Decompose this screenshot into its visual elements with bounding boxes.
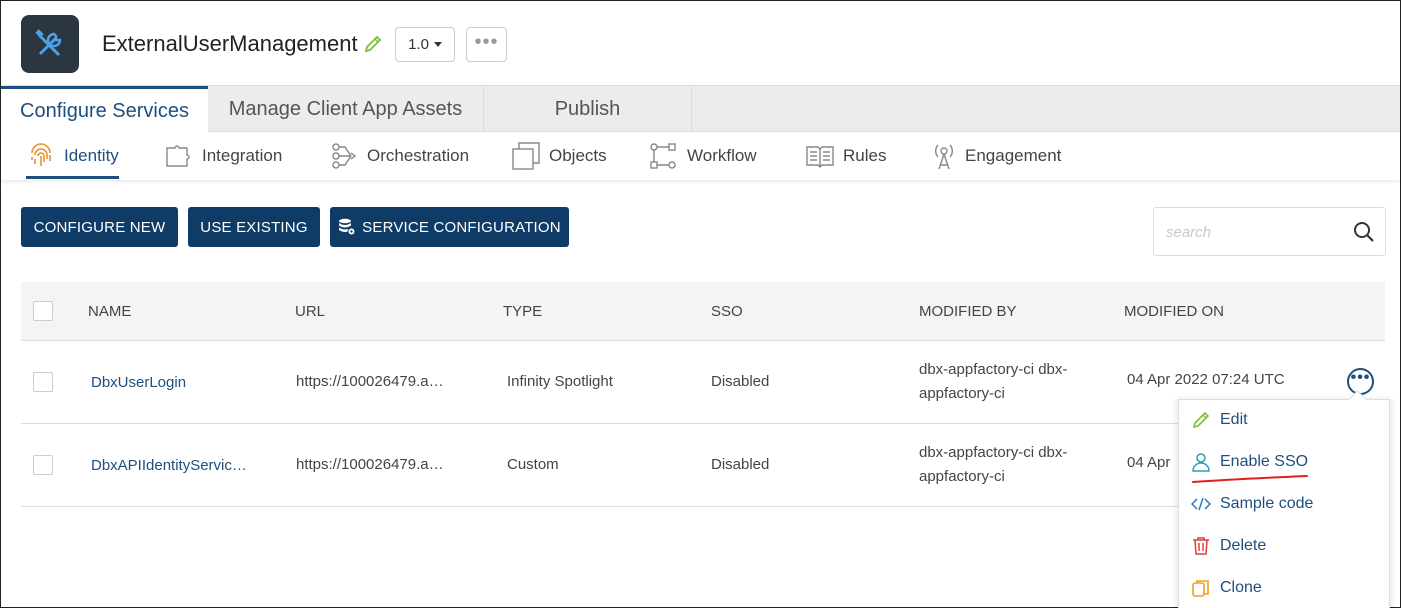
tab-workflow-label: Workflow	[687, 146, 757, 165]
modified-on: 04 Apr	[1127, 454, 1171, 471]
database-gear-icon	[339, 218, 356, 236]
book-icon	[806, 146, 834, 168]
sso-status: Disabled	[711, 456, 770, 473]
tab-engagement-label: Engagement	[965, 146, 1062, 165]
service-name-link[interactable]: DbxUserLogin	[91, 374, 186, 391]
tab-orchestration[interactable]: Orchestration	[331, 132, 469, 180]
tab-orchestration-label: Orchestration	[367, 146, 470, 165]
column-header-type[interactable]: TYPE	[503, 282, 542, 341]
select-all-checkbox[interactable]	[33, 301, 53, 321]
service-type-tabs: Identity Integration Orchestration Objec…	[1, 132, 1400, 180]
menu-item-sample-code-label: Sample code	[1220, 495, 1314, 512]
version-dropdown[interactable]: 1.0	[395, 27, 455, 62]
app-header: ExternalUserManagement 1.0 •••	[1, 1, 1400, 85]
modified-on: 04 Apr 2022 07:24 UTC	[1127, 371, 1285, 388]
tab-objects-label: Objects	[549, 146, 607, 165]
annotation-underline	[1192, 475, 1308, 483]
tab-rules[interactable]: Rules	[805, 132, 886, 180]
configure-new-button[interactable]: CONFIGURE NEW	[21, 207, 178, 247]
edit-pencil-icon[interactable]	[363, 34, 385, 56]
modified-by-line: dbx-appfactory-ci dbx-	[919, 361, 1068, 378]
menu-item-clone[interactable]: Clone	[1191, 573, 1262, 603]
version-label: 1.0	[408, 36, 429, 53]
column-header-url[interactable]: URL	[295, 282, 325, 341]
app-more-button[interactable]: •••	[466, 27, 507, 62]
menu-item-enable-sso-label: Enable SSO	[1220, 453, 1309, 470]
tab-integration-label: Integration	[202, 146, 283, 165]
menu-item-delete-label: Delete	[1220, 537, 1267, 554]
service-configuration-label: SERVICE CONFIGURATION	[362, 218, 561, 236]
row-action-menu: Edit Enable SSO Sample code Delete Clone	[1178, 399, 1390, 608]
flow-icon	[332, 143, 357, 169]
puzzle-icon	[166, 145, 190, 167]
modified-by: dbx-appfactory-ci dbx- appfactory-ci	[919, 358, 1067, 406]
workflow-icon	[650, 143, 676, 169]
app-title: ExternalUserManagement	[102, 31, 358, 56]
service-name-link[interactable]: DbxAPIIdentityServic…	[91, 457, 247, 474]
tab-objects[interactable]: Objects	[511, 132, 607, 180]
row-more-button[interactable]: •••	[1347, 368, 1374, 395]
modified-by: dbx-appfactory-ci dbx- appfactory-ci	[919, 441, 1067, 489]
column-header-modified-by[interactable]: MODIFIED BY	[919, 282, 1017, 341]
search-icon[interactable]	[1353, 221, 1375, 243]
trash-icon	[1193, 537, 1209, 555]
broadcast-icon	[935, 144, 953, 170]
tab-workflow[interactable]: Workflow	[649, 132, 757, 180]
menu-item-delete[interactable]: Delete	[1191, 531, 1266, 561]
user-icon	[1192, 453, 1210, 472]
menu-item-enable-sso[interactable]: Enable SSO	[1191, 447, 1308, 477]
table-header: NAME URL TYPE SSO MODIFIED BY MODIFIED O…	[21, 282, 1385, 341]
sso-status: Disabled	[711, 373, 770, 390]
search-input[interactable]	[1166, 220, 1346, 244]
menu-item-sample-code[interactable]: Sample code	[1191, 489, 1313, 519]
tab-engagement[interactable]: Engagement	[931, 132, 1061, 180]
tab-publish[interactable]: Publish	[484, 86, 692, 132]
objects-icon	[512, 142, 540, 170]
modified-by-line: appfactory-ci	[919, 468, 1005, 485]
modified-by-line: dbx-appfactory-ci dbx-	[919, 444, 1068, 461]
tab-manage-client-app-assets[interactable]: Manage Client App Assets	[208, 86, 484, 132]
row-checkbox[interactable]	[33, 372, 53, 392]
service-url: https://100026479.a…	[296, 373, 444, 390]
use-existing-button[interactable]: USE EXISTING	[188, 207, 320, 247]
copy-icon	[1192, 580, 1209, 597]
main-tab-bar: Configure Services Manage Client App Ass…	[1, 85, 1400, 133]
service-type: Infinity Spotlight	[507, 373, 613, 390]
code-icon	[1191, 497, 1211, 511]
tab-identity-label: Identity	[64, 146, 119, 165]
column-header-sso[interactable]: SSO	[711, 282, 743, 341]
menu-item-edit[interactable]: Edit	[1191, 405, 1248, 435]
tools-icon	[21, 15, 79, 73]
chevron-down-icon	[433, 42, 442, 47]
tab-integration[interactable]: Integration	[164, 132, 282, 180]
modified-by-line: appfactory-ci	[919, 385, 1005, 402]
tab-configure-services[interactable]: Configure Services	[1, 86, 208, 133]
fingerprint-icon	[31, 143, 51, 166]
service-url: https://100026479.a…	[296, 456, 444, 473]
column-header-name[interactable]: NAME	[88, 282, 131, 341]
menu-item-clone-label: Clone	[1220, 579, 1262, 596]
menu-item-edit-label: Edit	[1220, 411, 1248, 428]
pencil-icon	[1192, 411, 1210, 429]
tab-rules-label: Rules	[843, 146, 887, 165]
service-type: Custom	[507, 456, 559, 473]
row-checkbox[interactable]	[33, 455, 53, 475]
service-configuration-button[interactable]: SERVICE CONFIGURATION	[330, 207, 569, 247]
search-box	[1153, 207, 1386, 256]
column-header-modified-on[interactable]: MODIFIED ON	[1124, 282, 1224, 341]
tab-identity[interactable]: Identity	[26, 132, 119, 180]
